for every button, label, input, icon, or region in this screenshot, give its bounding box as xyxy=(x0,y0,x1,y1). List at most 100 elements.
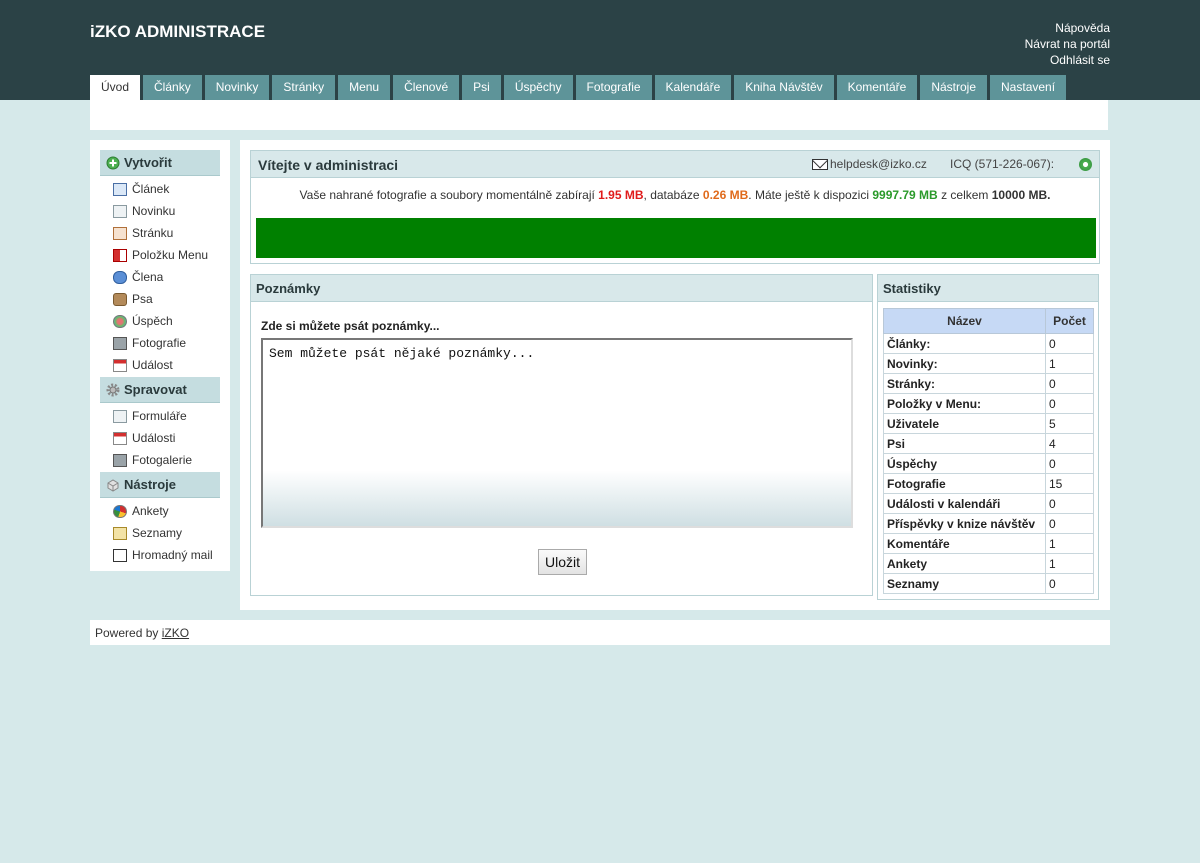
sidebar-item-udalost[interactable]: Událost xyxy=(100,354,220,376)
sidebar-item-label: Položku Menu xyxy=(132,248,209,262)
sidebar-item-psa[interactable]: Psa xyxy=(100,288,220,310)
stat-name-cell: Články: xyxy=(883,333,1046,354)
free-size-value: 9997.79 MB xyxy=(872,188,938,202)
sidebar-item-uspech[interactable]: Úspěch xyxy=(100,310,220,332)
sidebar-item-label: Hromadný mail xyxy=(132,548,213,562)
stat-count-cell: 1 xyxy=(1045,553,1094,574)
sidebar-item-hromadny-mail[interactable]: Hromadný mail xyxy=(100,544,220,566)
stat-name-cell: Novinky: xyxy=(883,353,1046,374)
tab-nastroje[interactable]: Nástroje xyxy=(920,75,988,100)
table-row: Úspěchy 0 xyxy=(883,453,1094,474)
tab-fotografie[interactable]: Fotografie xyxy=(575,75,652,100)
logout-link[interactable]: Odhlásit se xyxy=(1025,52,1110,68)
sidebar-item-label: Událost xyxy=(132,358,173,372)
stat-count-cell: 0 xyxy=(1045,573,1094,594)
tab-stranky[interactable]: Stránky xyxy=(272,75,336,100)
sidebar-item-fotogalerie[interactable]: Fotogalerie xyxy=(100,449,220,471)
toolbox-icon xyxy=(106,478,120,492)
help-link[interactable]: Nápověda xyxy=(1025,20,1110,36)
welcome-panel-header: Vítejte v administraci helpdesk@izko.cz … xyxy=(251,151,1099,178)
tab-menu[interactable]: Menu xyxy=(338,75,391,100)
stat-name-cell: Seznamy xyxy=(883,573,1046,594)
table-row: Seznamy 0 xyxy=(883,573,1094,594)
stat-count-cell: 15 xyxy=(1045,473,1094,494)
sidebar-item-label: Člena xyxy=(132,270,164,284)
notes-textarea[interactable]: Sem můžete psát nějaké poznámky... xyxy=(261,338,853,528)
total-size-value: 10000 MB. xyxy=(991,188,1051,202)
stat-count-cell: 0 xyxy=(1045,373,1094,394)
calendar-icon xyxy=(113,358,127,372)
sidebar: Vytvořit Článek Novinku Stránku Položku … xyxy=(90,140,230,571)
table-row: Ankety 1 xyxy=(883,553,1094,574)
tab-komentare[interactable]: Komentáře xyxy=(836,75,918,100)
stat-name-cell: Fotografie xyxy=(883,473,1046,494)
achievement-icon xyxy=(113,314,127,328)
sidebar-item-fotografie[interactable]: Fotografie xyxy=(100,332,220,354)
footer-izko-link[interactable]: iZKO xyxy=(162,626,189,640)
helpdesk-email-link[interactable]: helpdesk@izko.cz xyxy=(830,157,927,171)
usage-text: Vaše nahrané fotografie a soubory moment… xyxy=(299,188,595,202)
form-icon xyxy=(113,409,127,423)
sidebar-item-label: Ankety xyxy=(132,504,169,518)
stat-count-cell: 0 xyxy=(1045,453,1094,474)
statistics-table: Název Počet Články: 0 Novinky: 1 Stránky: 0 Po… xyxy=(883,308,1094,594)
top-links: Nápověda Návrat na portál Odhlásit se xyxy=(1025,20,1110,68)
usage-text: z celkem xyxy=(941,188,989,202)
sidebar-item-label: Článek xyxy=(132,182,170,196)
back-to-portal-link[interactable]: Návrat na portál xyxy=(1025,36,1110,52)
footer: Powered by iZKO xyxy=(90,620,1110,645)
app-title: iZKO ADMINISTRACE xyxy=(90,22,266,41)
notes-label: Zde si můžete psát poznámky... xyxy=(261,319,440,333)
main-content: Vítejte v administraci helpdesk@izko.cz … xyxy=(240,140,1110,610)
sidebar-section-tools: Nástroje xyxy=(100,472,220,498)
sidebar-item-clena[interactable]: Člena xyxy=(100,266,220,288)
tab-uvod[interactable]: Úvod xyxy=(90,75,141,100)
tab-clanky[interactable]: Články xyxy=(143,75,202,100)
mail-icon xyxy=(113,548,127,562)
tab-uspechy[interactable]: Úspěchy xyxy=(503,75,573,100)
icq-status-icon xyxy=(1079,158,1092,171)
table-row: Novinky: 1 xyxy=(883,353,1094,374)
welcome-panel: Vítejte v administraci helpdesk@izko.cz … xyxy=(250,150,1100,264)
camera-icon xyxy=(113,336,127,350)
tab-nastaveni[interactable]: Nastavení xyxy=(990,75,1067,100)
sidebar-item-stranku[interactable]: Stránku xyxy=(100,222,220,244)
table-header-row: Název Počet xyxy=(883,308,1094,334)
sidebar-item-label: Formuláře xyxy=(132,409,187,423)
stat-name-cell: Události v kalendáři xyxy=(883,493,1046,514)
database-size-value: 0.26 MB xyxy=(702,188,749,202)
tab-clenove[interactable]: Členové xyxy=(393,75,460,100)
sidebar-item-formulare[interactable]: Formuláře xyxy=(100,405,220,427)
sidebar-item-clanek[interactable]: Článek xyxy=(100,178,220,200)
sidebar-item-label: Fotografie xyxy=(132,336,187,350)
sidebar-item-udalosti[interactable]: Události xyxy=(100,427,220,449)
camera-icon xyxy=(113,453,127,467)
sidebar-section-title: Spravovat xyxy=(124,382,187,397)
poll-icon xyxy=(113,504,127,518)
sidebar-item-seznamy[interactable]: Seznamy xyxy=(100,522,220,544)
tab-kniha-navstev[interactable]: Kniha Návštěv xyxy=(734,75,834,100)
main-nav-tabs: Úvod Články Novinky Stránky Menu Členové… xyxy=(90,75,1069,100)
tab-psi[interactable]: Psi xyxy=(462,75,501,100)
welcome-title: Vítejte v administraci xyxy=(258,157,399,173)
column-header-name: Název xyxy=(883,308,1046,334)
stat-name-cell: Příspěvky v knize návštěv xyxy=(883,513,1046,534)
stat-count-cell: 0 xyxy=(1045,393,1094,414)
tab-novinky[interactable]: Novinky xyxy=(204,75,270,100)
sidebar-item-ankety[interactable]: Ankety xyxy=(100,500,220,522)
save-notes-button[interactable]: Uložit xyxy=(538,549,588,575)
sidebar-item-polozku-menu[interactable]: Položku Menu xyxy=(100,244,220,266)
tab-kalendare[interactable]: Kalendáře xyxy=(654,75,732,100)
stat-count-cell: 0 xyxy=(1045,493,1094,514)
table-row: Fotografie 15 xyxy=(883,473,1094,494)
menu-item-icon xyxy=(113,248,127,262)
stat-name-cell: Psi xyxy=(883,433,1046,454)
stat-count-cell: 5 xyxy=(1045,413,1094,434)
usage-text: . Máte ještě k dispozici xyxy=(748,188,869,202)
table-row: Příspěvky v knize návštěv 0 xyxy=(883,513,1094,534)
table-row: Články: 0 xyxy=(883,333,1094,354)
sidebar-item-label: Úspěch xyxy=(132,314,173,328)
sidebar-item-novinku[interactable]: Novinku xyxy=(100,200,220,222)
sidebar-item-label: Psa xyxy=(132,292,153,306)
table-row: Položky v Menu: 0 xyxy=(883,393,1094,414)
